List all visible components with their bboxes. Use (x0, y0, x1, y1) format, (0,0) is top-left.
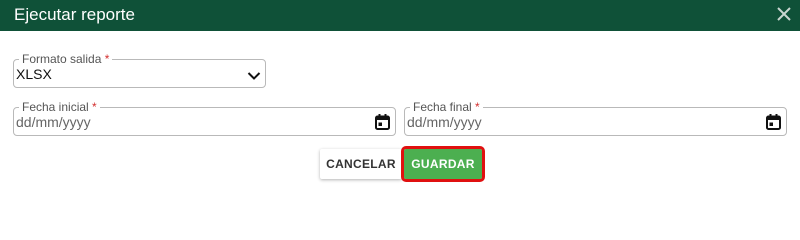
save-button[interactable]: GUARDAR (401, 146, 485, 182)
chevron-down-icon (247, 68, 261, 80)
start-date-field[interactable]: Fecha inicial * dd/mm/yyyy (13, 100, 396, 136)
required-mark: * (92, 100, 97, 114)
end-date-label: Fecha final * (410, 100, 483, 114)
required-mark: * (104, 52, 110, 66)
dialog-title: Ejecutar reporte (14, 5, 135, 24)
cancel-button[interactable]: CANCELAR (320, 149, 402, 179)
format-label-text: Formato salida (22, 52, 102, 66)
required-mark: * (475, 100, 480, 114)
format-label: Formato salida * (19, 52, 113, 66)
start-date-label: Fecha inicial * (19, 100, 100, 114)
close-icon[interactable] (774, 4, 794, 24)
calendar-icon[interactable] (375, 114, 390, 130)
start-date-placeholder: dd/mm/yyyy (16, 114, 91, 130)
format-select[interactable]: Formato salida * XLSX (13, 52, 266, 88)
dialog-header: Ejecutar reporte (0, 0, 800, 31)
end-date-field[interactable]: Fecha final * dd/mm/yyyy (404, 100, 787, 136)
format-value: XLSX (16, 66, 52, 82)
calendar-icon[interactable] (766, 114, 781, 130)
start-date-label-text: Fecha inicial (22, 100, 89, 114)
end-date-placeholder: dd/mm/yyyy (407, 114, 482, 130)
end-date-label-text: Fecha final (413, 100, 472, 114)
